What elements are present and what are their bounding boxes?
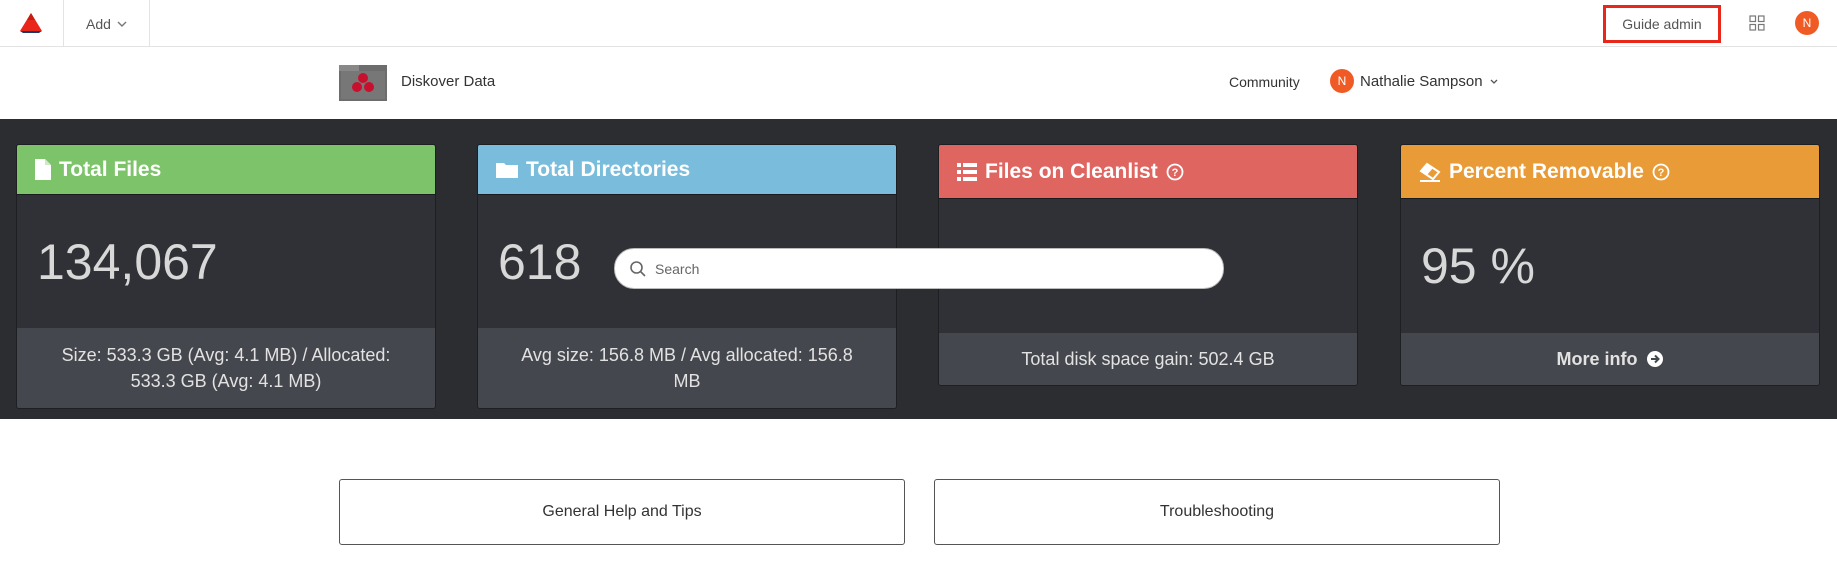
svg-text:?: ? bbox=[1658, 167, 1665, 179]
file-icon bbox=[35, 159, 51, 180]
brand-logo-icon[interactable] bbox=[339, 65, 387, 101]
brand-name[interactable]: Diskover Data bbox=[401, 73, 495, 90]
card-value: 134,067 bbox=[17, 195, 435, 328]
search-icon bbox=[630, 260, 646, 277]
eraser-icon bbox=[1419, 162, 1441, 182]
troubleshooting-button[interactable]: Troubleshooting bbox=[934, 479, 1500, 545]
folder-icon bbox=[496, 163, 518, 178]
community-link[interactable]: Community bbox=[1229, 74, 1300, 90]
apps-grid-icon[interactable] bbox=[1749, 15, 1765, 31]
card-header: Files on Cleanlist ? bbox=[939, 145, 1357, 199]
card-footer: Total disk space gain: 502.4 GB bbox=[939, 333, 1357, 385]
help-circle-icon[interactable]: ? bbox=[1652, 163, 1670, 181]
guide-admin-button[interactable]: Guide admin bbox=[1603, 5, 1721, 43]
user-avatar: N bbox=[1330, 69, 1354, 93]
user-name: Nathalie Sampson bbox=[1360, 72, 1483, 90]
card-title: Total Files bbox=[59, 157, 162, 181]
chevron-down-icon bbox=[1490, 79, 1498, 84]
logo-icon bbox=[20, 13, 42, 33]
general-help-button[interactable]: General Help and Tips bbox=[339, 479, 905, 545]
percent-removable-card: Percent Removable ? 95 % More info bbox=[1400, 144, 1820, 386]
site-header: Diskover Data Community N Nathalie Samps… bbox=[0, 47, 1837, 119]
help-circle-icon[interactable]: ? bbox=[1166, 163, 1184, 181]
add-label: Add bbox=[86, 15, 111, 32]
card-header: Total Directories bbox=[478, 145, 896, 195]
top-bar: Add Guide admin N bbox=[0, 0, 1837, 47]
card-title: Percent Removable bbox=[1449, 159, 1644, 183]
search-input[interactable] bbox=[655, 260, 1195, 277]
chevron-down-icon bbox=[117, 21, 127, 27]
list-icon bbox=[957, 162, 977, 181]
total-files-card: Total Files 134,067 Size: 533.3 GB (Avg:… bbox=[16, 144, 436, 409]
card-footer: Avg size: 156.8 MB / Avg allocated: 156.… bbox=[478, 328, 896, 408]
card-header: Total Files bbox=[17, 145, 435, 195]
add-menu-button[interactable]: Add bbox=[64, 0, 150, 47]
more-info-label: More info bbox=[1556, 349, 1638, 369]
app-logo[interactable] bbox=[0, 0, 64, 47]
search-box[interactable] bbox=[614, 248, 1224, 289]
card-title: Total Directories bbox=[526, 157, 691, 181]
user-avatar[interactable]: N bbox=[1795, 11, 1819, 35]
card-footer: Size: 533.3 GB (Avg: 4.1 MB) / Allocated… bbox=[17, 328, 435, 408]
arrow-circle-right-icon bbox=[1646, 351, 1663, 367]
card-value: 95 % bbox=[1401, 199, 1819, 333]
user-menu[interactable]: N Nathalie Sampson bbox=[1330, 69, 1499, 93]
svg-text:?: ? bbox=[1171, 167, 1178, 179]
card-header: Percent Removable ? bbox=[1401, 145, 1819, 199]
more-info-link[interactable]: More info bbox=[1401, 333, 1819, 385]
card-title: Files on Cleanlist bbox=[985, 159, 1158, 183]
